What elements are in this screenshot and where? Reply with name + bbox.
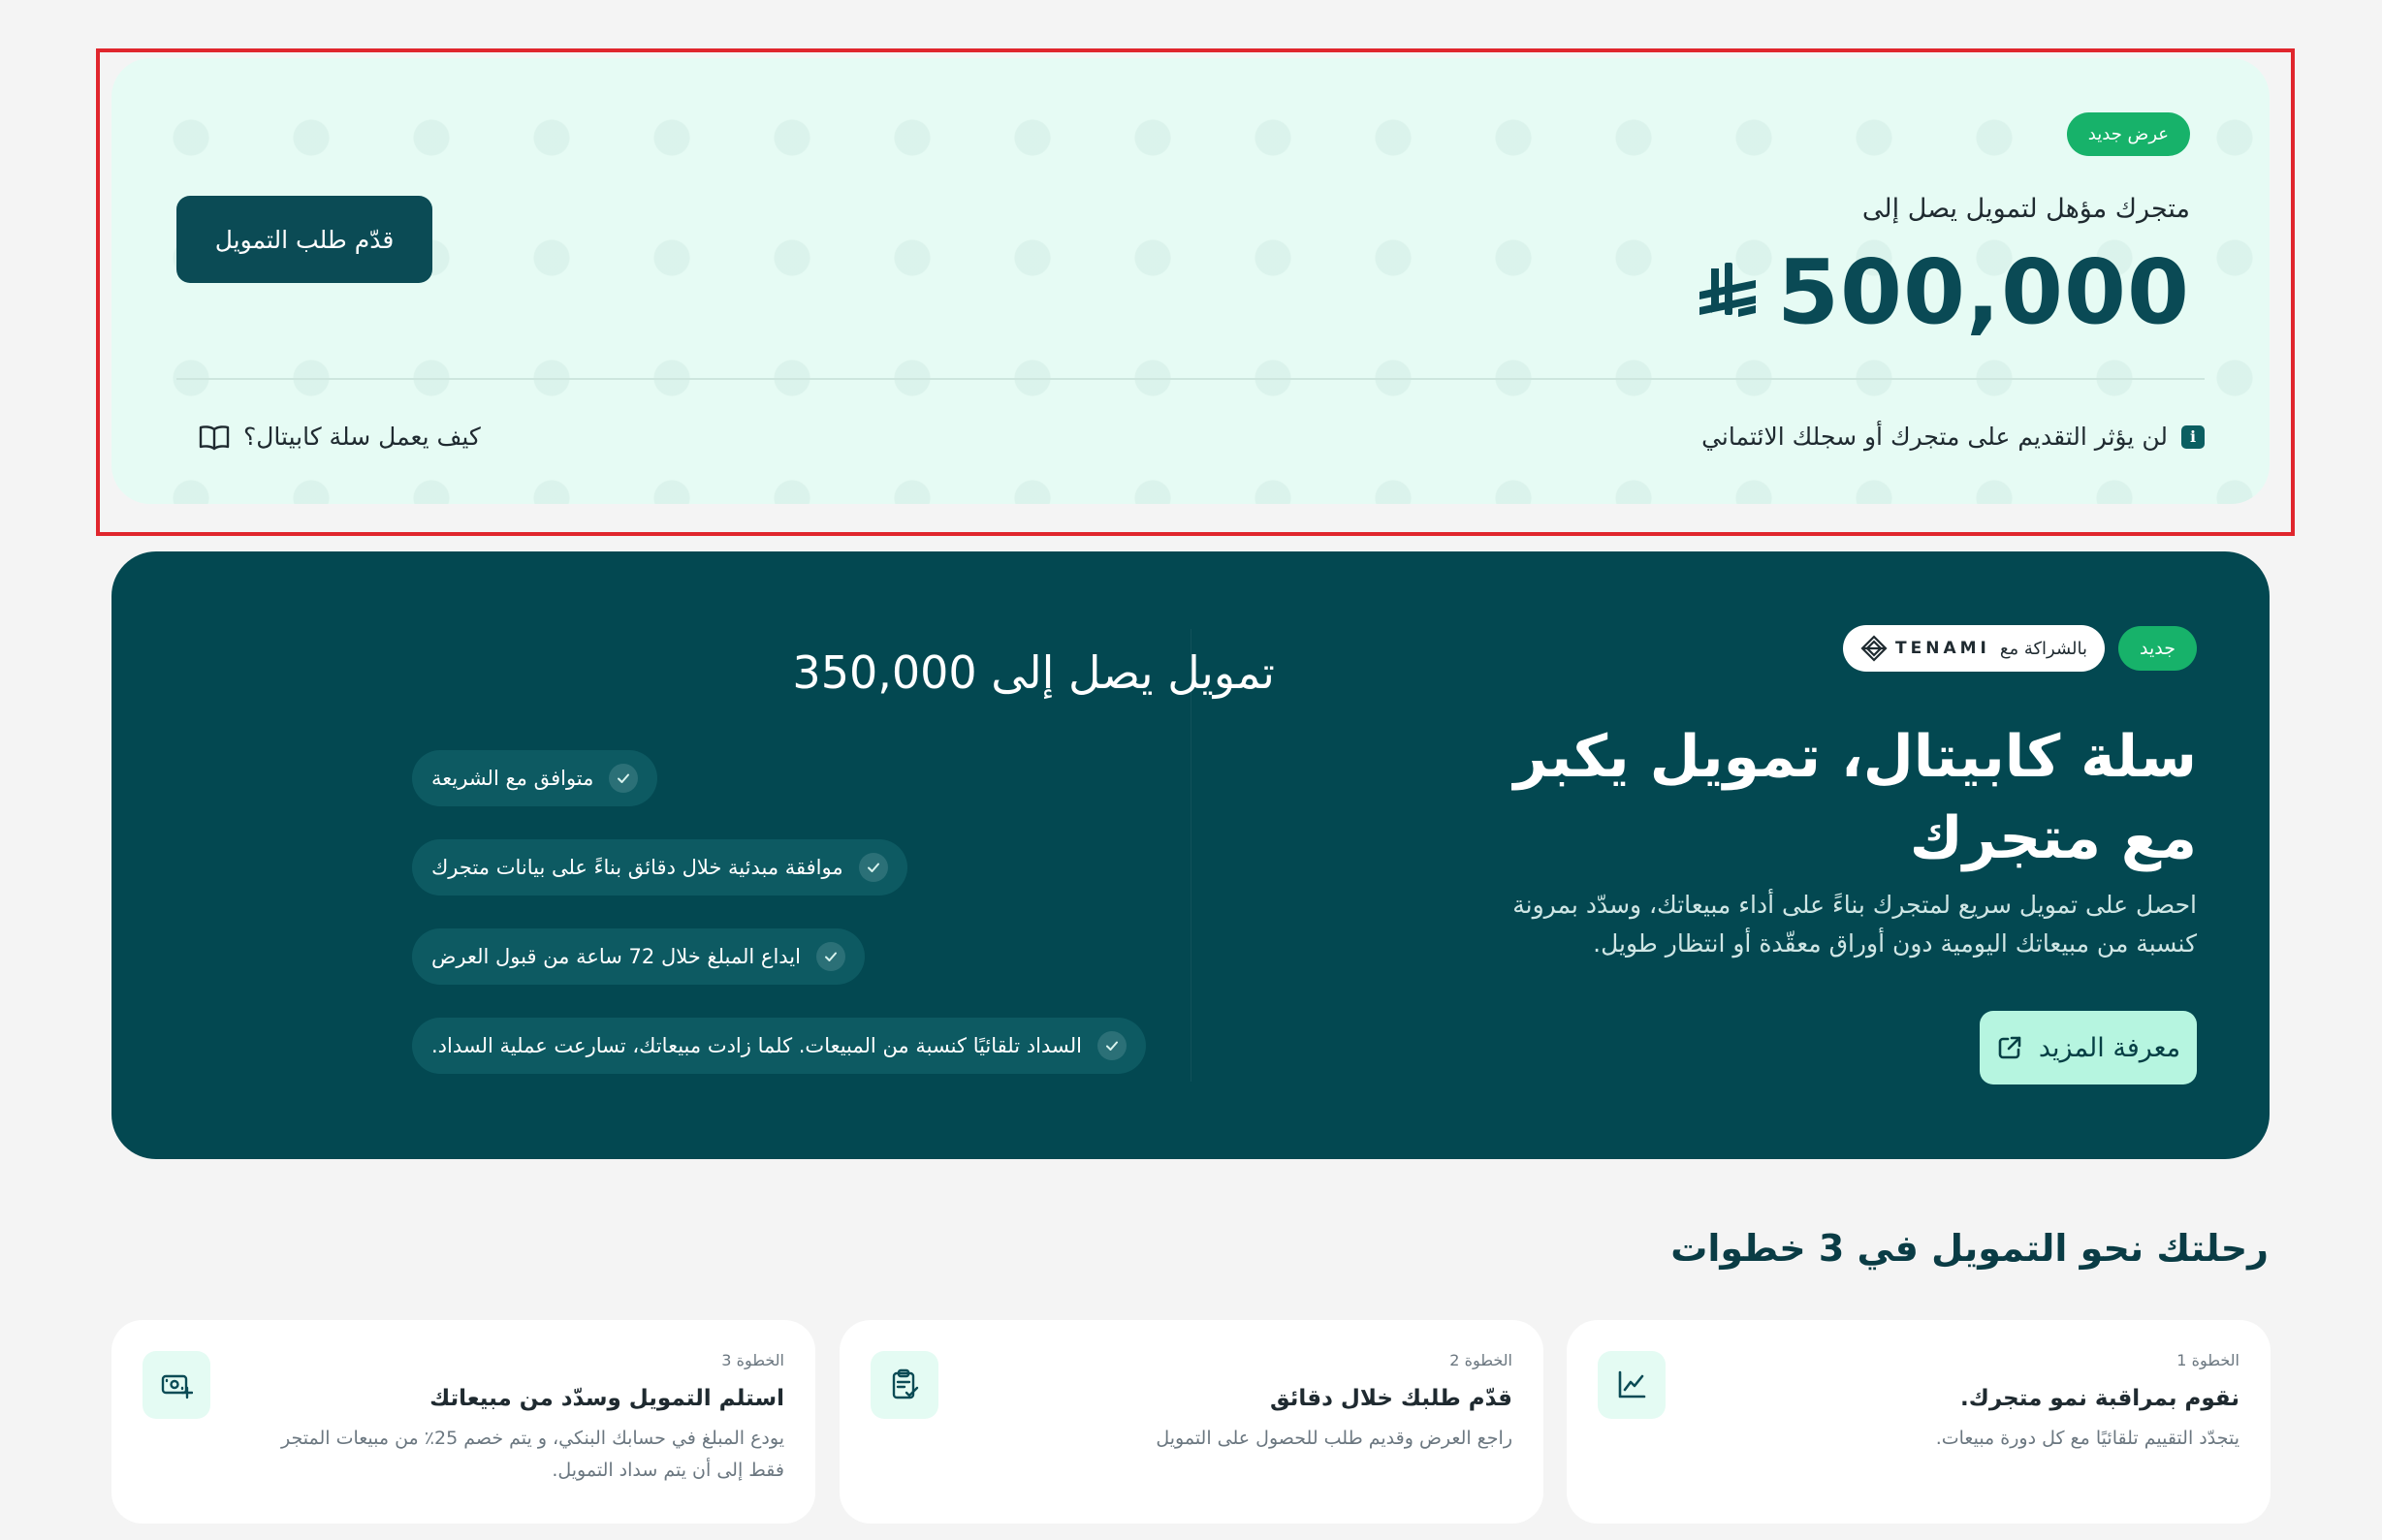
learn-more-label: معرفة المزيد bbox=[2038, 1032, 2181, 1063]
features-list: متوافق مع الشريعة موافقة مبدئية خلال دقا… bbox=[412, 750, 1275, 1074]
step-title: نقوم بمراقبة نمو متجرك. bbox=[1960, 1386, 2239, 1411]
funding-heading: تمويل يصل إلى 350,000 bbox=[792, 646, 1275, 699]
cash-plus-icon bbox=[161, 1374, 193, 1399]
step-title: استلم التمويل وسدّد من مبيعاتك bbox=[429, 1386, 784, 1411]
feature-text: موافقة مبدئية خلال دقائق بناءً على بيانا… bbox=[431, 856, 843, 879]
check-icon bbox=[858, 853, 888, 882]
clipboard-check-icon bbox=[892, 1368, 919, 1399]
check-icon bbox=[815, 942, 845, 971]
step-label: الخطوة 2 bbox=[1449, 1351, 1512, 1369]
step-description: يودع المبلغ في حسابك البنكي، و يتم خصم 2… bbox=[281, 1428, 784, 1481]
promo-description: احصل على تمويل سريع لمتجرك بناءً على أدا… bbox=[1512, 891, 2197, 958]
partner-label: بالشراكة مع bbox=[1999, 638, 2088, 659]
partner-name: TENAMI bbox=[1895, 639, 1990, 658]
salla-capital-promo-card: جديد بالشراكة مع TENAMI سلة كابيتال، تمو… bbox=[111, 551, 2270, 1159]
highlight-frame bbox=[96, 48, 2295, 536]
feature-text: متوافق مع الشريعة bbox=[431, 767, 594, 790]
check-icon bbox=[1096, 1031, 1127, 1060]
step-card-3: الخطوة 3 استلم التمويل وسدّد من مبيعاتك … bbox=[111, 1320, 815, 1524]
step-card-2: الخطوة 2 قدّم طلبك خلال دقائق راجع العرض… bbox=[840, 1320, 1543, 1524]
step-description: يتجدّد التقييم تلقائيًا مع كل دورة مبيعا… bbox=[1935, 1428, 2239, 1449]
step-label: الخطوة 1 bbox=[2176, 1351, 2239, 1369]
step-icon-box bbox=[143, 1351, 210, 1419]
feature-item: متوافق مع الشريعة bbox=[412, 750, 658, 806]
new-badge: جديد bbox=[2118, 626, 2197, 671]
step-description: راجع العرض وقديم طلب للحصول على التمويل bbox=[1156, 1428, 1512, 1449]
step-icon-box bbox=[1598, 1351, 1666, 1419]
promo-title: سلة كابيتال، تمويل يكبر مع متجرك bbox=[1513, 723, 2197, 872]
steps-section-title: رحلتك نحو التمويل في 3 خطوات bbox=[1670, 1227, 2269, 1270]
step-card-1: الخطوة 1 نقوم بمراقبة نمو متجرك. يتجدّد … bbox=[1567, 1320, 2271, 1524]
partner-badge: بالشراكة مع TENAMI bbox=[1843, 625, 2106, 672]
feature-item: ايداع المبلغ خلال 72 ساعة من قبول العرض bbox=[412, 928, 865, 985]
learn-more-button[interactable]: معرفة المزيد bbox=[1980, 1011, 2197, 1084]
step-label: الخطوة 3 bbox=[721, 1351, 784, 1369]
check-icon bbox=[609, 764, 639, 793]
tenami-mark-icon bbox=[1860, 635, 1888, 662]
feature-item: السداد تلقائيًا كنسبة من المبيعات. كلما … bbox=[412, 1018, 1146, 1074]
feature-item: موافقة مبدئية خلال دقائق بناءً على بيانا… bbox=[412, 839, 907, 896]
external-link-icon bbox=[1998, 1036, 2021, 1059]
feature-text: ايداع المبلغ خلال 72 ساعة من قبول العرض bbox=[431, 945, 801, 968]
promo-badges: جديد بالشراكة مع TENAMI bbox=[1843, 625, 2197, 672]
step-title: قدّم طلبك خلال دقائق bbox=[1270, 1386, 1512, 1411]
tenami-logo: TENAMI bbox=[1860, 635, 1990, 662]
growth-chart-icon bbox=[1618, 1370, 1646, 1399]
step-icon-box bbox=[871, 1351, 938, 1419]
feature-text: السداد تلقائيًا كنسبة من المبيعات. كلما … bbox=[431, 1034, 1082, 1057]
